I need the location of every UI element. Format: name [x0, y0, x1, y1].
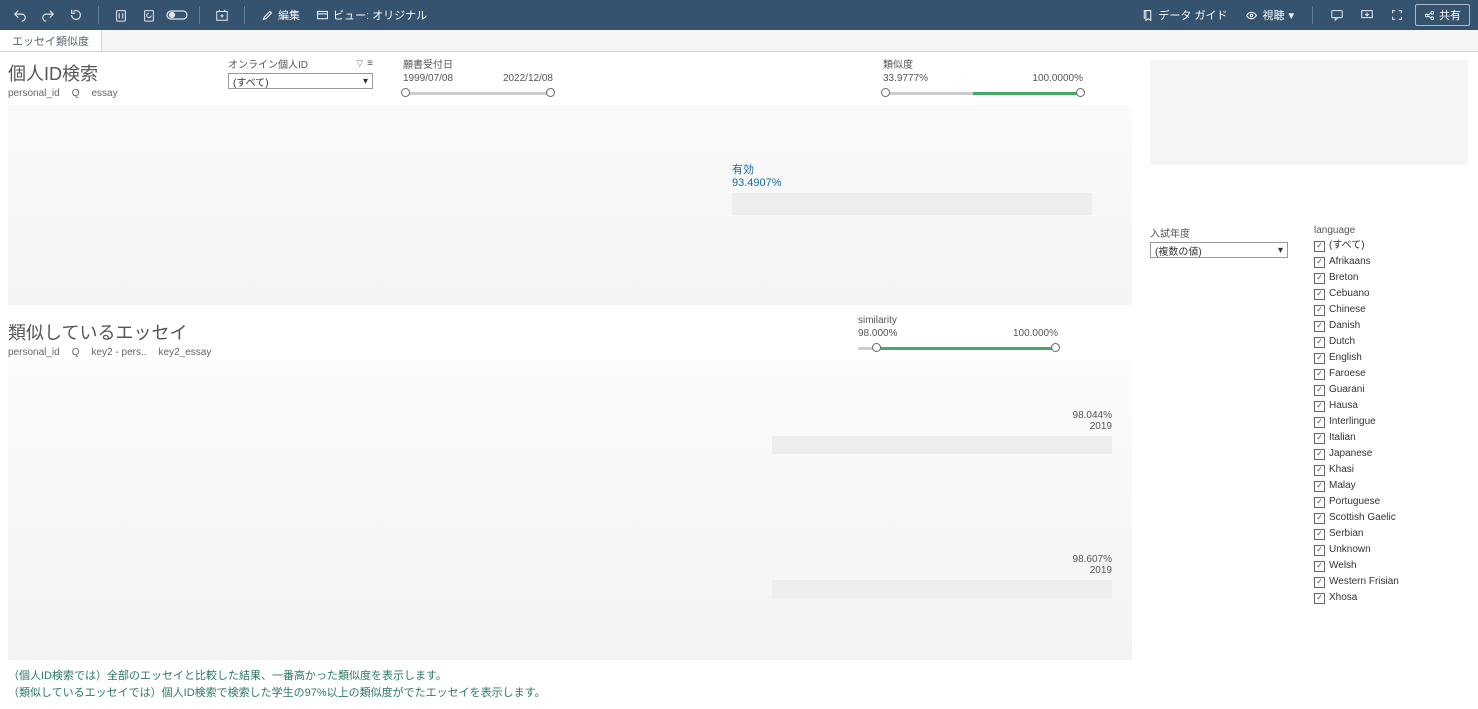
language-item[interactable]: ✓Malay [1314, 478, 1468, 494]
edit-button[interactable]: 編集 [255, 3, 306, 27]
language-item[interactable]: ✓English [1314, 350, 1468, 366]
language-item[interactable]: ✓Interlingue [1314, 414, 1468, 430]
sheet-tabs: エッセイ類似度 [0, 30, 1478, 52]
viz-section1: 有効 93.4907% [8, 105, 1132, 305]
funnel-icon: ▽ [356, 58, 363, 69]
checkbox-icon: ✓ [1314, 369, 1325, 380]
year-filter-label: 入試年度 [1150, 225, 1304, 240]
online-id-filter-label: オンライン個人ID ▽ ≡ [228, 56, 373, 71]
bar-placeholder [732, 193, 1092, 215]
comment-icon[interactable] [1325, 3, 1349, 27]
checkbox-icon: ✓ [1314, 561, 1325, 572]
checkbox-icon: ✓ [1314, 241, 1325, 252]
language-item[interactable]: ✓Afrikaans [1314, 254, 1468, 270]
year-dropdown[interactable]: (複数の値)▾ [1150, 242, 1288, 258]
language-item[interactable]: ✓Guarani [1314, 382, 1468, 398]
checkbox-icon: ✓ [1314, 465, 1325, 476]
checkbox-icon: ✓ [1314, 513, 1325, 524]
revert-icon[interactable] [64, 3, 88, 27]
checkbox-icon: ✓ [1314, 497, 1325, 508]
top-toolbar: 編集 ビュー: オリジナル データ ガイド 視聴▾ 共有 [0, 0, 1478, 30]
menu-icon[interactable]: ≡ [367, 58, 373, 69]
pause-icon[interactable] [109, 3, 133, 27]
checkbox-icon: ✓ [1314, 545, 1325, 556]
chevron-down-icon: ▾ [1278, 245, 1283, 256]
section1-headers: personal_id Q essay [8, 88, 198, 99]
similarity-top-label: 類似度 [883, 56, 1083, 71]
language-item[interactable]: ✓Serbian [1314, 526, 1468, 542]
autorefresh-icon[interactable] [165, 3, 189, 27]
language-item[interactable]: ✓(すべて) [1314, 238, 1468, 254]
watch-button[interactable]: 視聴▾ [1239, 3, 1300, 27]
checkbox-icon: ✓ [1314, 577, 1325, 588]
checkbox-icon: ✓ [1314, 305, 1325, 316]
language-filter-label: language [1314, 225, 1468, 236]
language-item[interactable]: ✓Unknown [1314, 542, 1468, 558]
download-icon[interactable] [1355, 3, 1379, 27]
language-item[interactable]: ✓Danish [1314, 318, 1468, 334]
viz-section2: 98.044% 2019 98.607% 2019 [8, 360, 1132, 660]
checkbox-icon: ✓ [1314, 353, 1325, 364]
checkbox-icon: ✓ [1314, 593, 1325, 604]
online-id-dropdown[interactable]: (すべて)▾ [228, 73, 373, 89]
fullscreen-icon[interactable] [1385, 3, 1409, 27]
language-item[interactable]: ✓Hausa [1314, 398, 1468, 414]
view-button[interactable]: ビュー: オリジナル [310, 3, 433, 27]
data-guide-button[interactable]: データ ガイド [1135, 3, 1233, 27]
language-item[interactable]: ✓Western Frisian [1314, 574, 1468, 590]
checkbox-icon: ✓ [1314, 337, 1325, 348]
undo-icon[interactable] [8, 3, 32, 27]
receipt-date-slider[interactable] [403, 86, 553, 100]
checkbox-icon: ✓ [1314, 481, 1325, 492]
section2-title: 類似しているエッセイ [8, 319, 508, 345]
language-item[interactable]: ✓Faroese [1314, 366, 1468, 382]
share-button[interactable]: 共有 [1415, 4, 1470, 26]
checkbox-icon: ✓ [1314, 289, 1325, 300]
valid-percent: 93.4907% [732, 177, 1122, 189]
valid-label: 有効 [732, 161, 1122, 177]
language-item[interactable]: ✓Dutch [1314, 334, 1468, 350]
redo-icon[interactable] [36, 3, 60, 27]
language-item[interactable]: ✓Chinese [1314, 302, 1468, 318]
sidebar-placeholder [1150, 60, 1468, 165]
language-item[interactable]: ✓Italian [1314, 430, 1468, 446]
checkbox-icon: ✓ [1314, 401, 1325, 412]
checkbox-icon: ✓ [1314, 273, 1325, 284]
language-item[interactable]: ✓Scottish Gaelic [1314, 510, 1468, 526]
section2-headers: personal_id Q key2 - pers.. key2_essay [8, 347, 508, 358]
language-item[interactable]: ✓Breton [1314, 270, 1468, 286]
sidebar: 入試年度 (複数の値)▾ language ✓(すべて)✓Afrikaans✓B… [1140, 52, 1478, 709]
checkbox-icon: ✓ [1314, 529, 1325, 540]
checkbox-icon: ✓ [1314, 257, 1325, 268]
tab-essay-similarity[interactable]: エッセイ類似度 [0, 30, 102, 51]
checkbox-icon: ✓ [1314, 321, 1325, 332]
similarity-top-slider[interactable] [883, 86, 1083, 100]
similarity-bottom-label: similarity [858, 315, 1058, 326]
section1-title: 個人ID検索 [8, 60, 198, 86]
metric-row-2: 98.607% 2019 [752, 554, 1122, 598]
language-list: ✓(すべて)✓Afrikaans✓Breton✓Cebuano✓Chinese✓… [1314, 238, 1468, 606]
language-item[interactable]: ✓Khasi [1314, 462, 1468, 478]
receipt-date-label: 願書受付日 [403, 56, 553, 71]
checkbox-icon: ✓ [1314, 449, 1325, 460]
language-item[interactable]: ✓Welsh [1314, 558, 1468, 574]
checkbox-icon: ✓ [1314, 417, 1325, 428]
refresh-data-icon[interactable] [137, 3, 161, 27]
language-item[interactable]: ✓Portuguese [1314, 494, 1468, 510]
language-item[interactable]: ✓Cebuano [1314, 286, 1468, 302]
footer-notes: （個人ID検索では）全部のエッセイと比較した結果、一番高かった類似度を表示します… [8, 668, 1132, 701]
chevron-down-icon: ▾ [1288, 9, 1294, 22]
language-item[interactable]: ✓Japanese [1314, 446, 1468, 462]
new-worksheet-icon[interactable] [210, 3, 234, 27]
chevron-down-icon: ▾ [363, 76, 368, 87]
checkbox-icon: ✓ [1314, 433, 1325, 444]
metric-row-1: 98.044% 2019 [752, 410, 1122, 454]
checkbox-icon: ✓ [1314, 385, 1325, 396]
language-item[interactable]: ✓Xhosa [1314, 590, 1468, 606]
similarity-bottom-slider[interactable] [858, 341, 1058, 355]
